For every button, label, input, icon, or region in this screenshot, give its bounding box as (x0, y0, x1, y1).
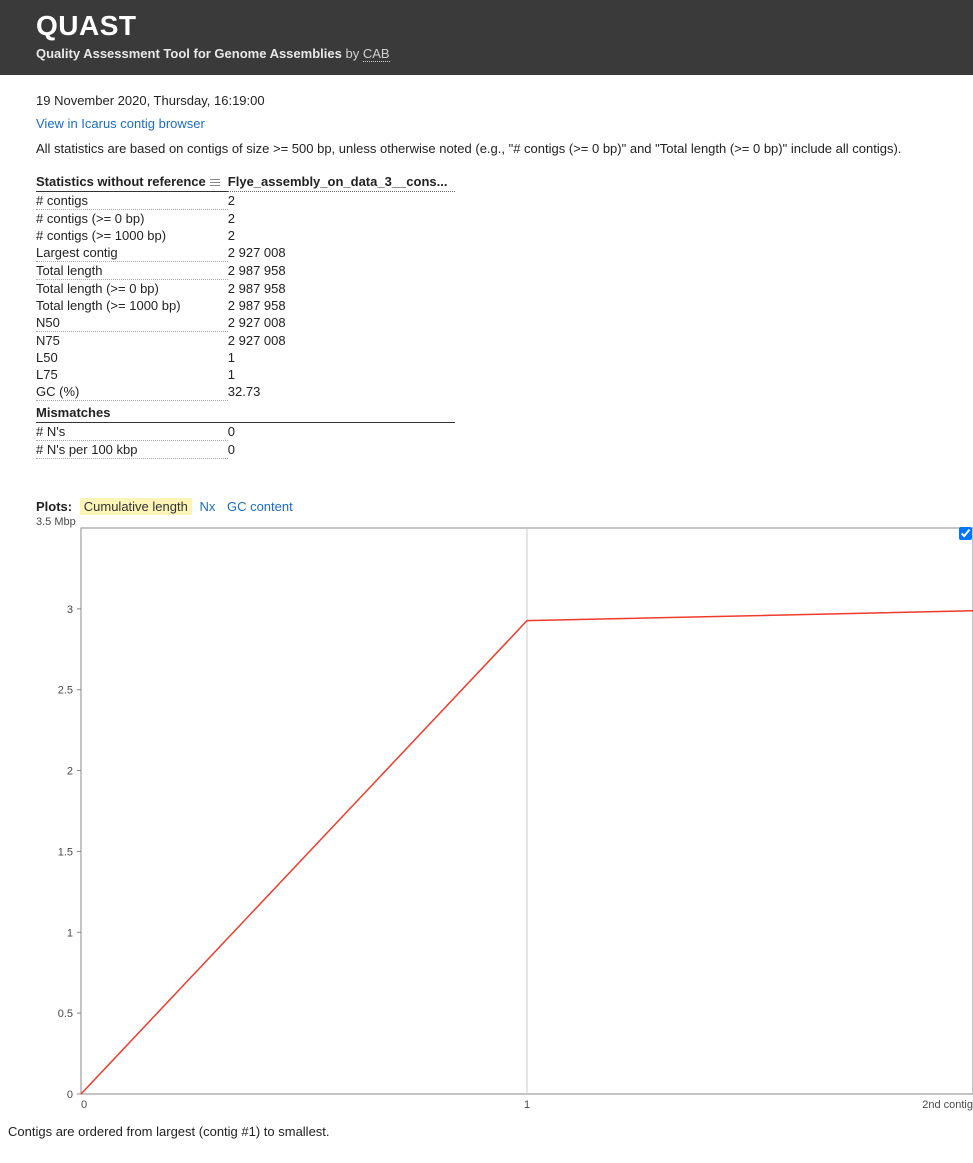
chart-y-unit: 3.5 Mbp (36, 516, 76, 528)
cab-link[interactable]: CAB (363, 46, 390, 62)
svg-text:3: 3 (67, 604, 73, 616)
svg-text:1: 1 (524, 1099, 530, 1111)
series-toggle-checkbox[interactable] (959, 527, 972, 540)
svg-text:0.5: 0.5 (58, 1008, 73, 1020)
plots-tabs: Plots: Cumulative length Nx GC content (36, 499, 973, 514)
metric-label: # contigs (>= 0 bp) (36, 210, 228, 228)
stats-note: All statistics are based on contigs of s… (36, 141, 973, 156)
plot-tab-gc-content[interactable]: GC content (223, 498, 297, 515)
svg-text:2nd contig: 2nd contig (922, 1099, 973, 1111)
metric-value: 2 987 958 (228, 297, 456, 314)
app-title: QUAST (36, 10, 937, 42)
cumulative-length-chart: 0 0.5 1 1.5 2 2.5 3 0 1 2nd contig (36, 518, 973, 1114)
stats-table: Statistics without reference Flye_assemb… (36, 170, 455, 459)
app-subtitle: Quality Assessment Tool for Genome Assem… (36, 46, 937, 61)
metric-value: 2 (228, 227, 456, 244)
metric-label: Total length (36, 262, 228, 280)
metric-label: # N's per 100 kbp (36, 441, 228, 459)
plots-label: Plots: (36, 499, 76, 514)
svg-text:1: 1 (67, 927, 73, 939)
metric-label: GC (%) (36, 383, 228, 401)
metric-label: # N's (36, 423, 228, 441)
extend-report-icon[interactable] (210, 179, 220, 187)
metric-label: N75 (36, 332, 228, 350)
metric-value: 0 (228, 423, 456, 441)
metric-label: # contigs (36, 192, 228, 210)
metric-value: 1 (228, 366, 456, 383)
metric-value: 2 927 008 (228, 244, 456, 262)
assembly-col-header[interactable]: Flye_assembly_on_data_3__cons... (228, 170, 456, 192)
report-timestamp: 19 November 2020, Thursday, 16:19:00 (36, 93, 973, 108)
metric-value: 2 987 958 (228, 262, 456, 280)
metric-label: Total length (>= 1000 bp) (36, 297, 228, 314)
plot-tab-nx[interactable]: Nx (195, 498, 219, 515)
metric-label: L75 (36, 366, 228, 383)
metric-value: 32.73 (228, 383, 456, 401)
metric-label: Total length (>= 0 bp) (36, 280, 228, 298)
metric-value: 2 (228, 192, 456, 210)
metric-value: 0 (228, 441, 456, 459)
svg-text:1.5: 1.5 (58, 846, 73, 858)
svg-text:2: 2 (67, 766, 73, 778)
metric-label: L50 (36, 349, 228, 366)
metric-label: # contigs (>= 1000 bp) (36, 227, 228, 244)
metric-value: 2 927 008 (228, 314, 456, 332)
metric-value: 1 (228, 349, 456, 366)
section-header-stats: Statistics without reference (36, 170, 228, 192)
metric-label: Largest contig (36, 244, 228, 262)
section-header-mismatches: Mismatches (36, 401, 228, 423)
svg-text:0: 0 (81, 1099, 87, 1111)
metric-value: 2 927 008 (228, 332, 456, 350)
app-header: QUAST Quality Assessment Tool for Genome… (0, 0, 973, 75)
icarus-link[interactable]: View in Icarus contig browser (36, 116, 205, 131)
metric-value: 2 (228, 210, 456, 228)
chart-caption: Contigs are ordered from largest (contig… (8, 1124, 973, 1139)
metric-label: N50 (36, 314, 228, 332)
svg-text:0: 0 (67, 1089, 73, 1101)
plot-tab-cumulative-length[interactable]: Cumulative length (80, 498, 192, 515)
metric-value: 2 987 958 (228, 280, 456, 298)
svg-text:2.5: 2.5 (58, 685, 73, 697)
